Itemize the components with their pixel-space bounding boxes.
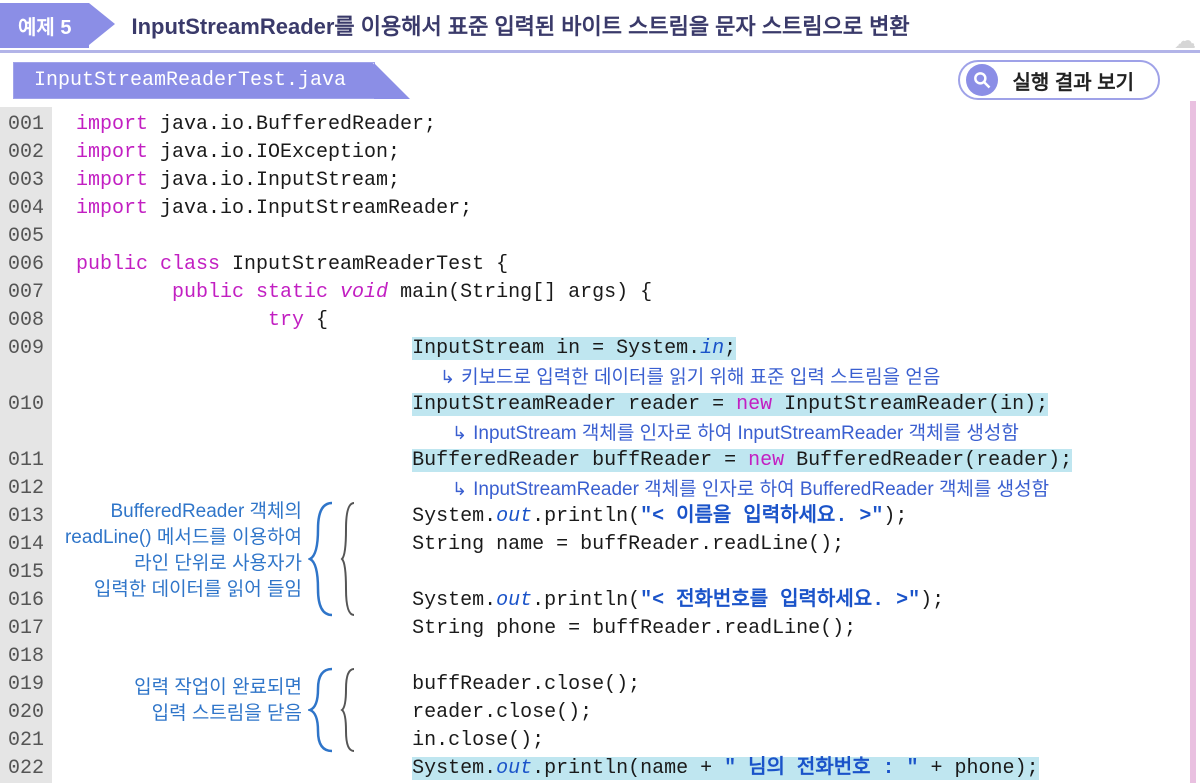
line-number: 017 [0,615,52,643]
line-number: 005 [0,223,52,251]
line-number: 006 [0,251,52,279]
line-gutter: 001 002 003 004 005 006 007 008 009 010 … [0,107,52,783]
code-line: public class InputStreamReaderTest { [76,251,1200,279]
line-number: 008 [0,307,52,335]
file-tab: InputStreamReaderTest.java [14,63,374,98]
line-number: 019 [0,671,52,699]
code-line: InputStreamReader reader = new InputStre… [76,391,1200,419]
code-line: System.out.println(name + " 님의 전화번호 : " … [76,755,1200,783]
arrow-icon: ↳ [452,479,467,499]
code-body: import java.io.BufferedReader; import ja… [52,107,1200,783]
toolbar-row: InputStreamReaderTest.java 실행 결과 보기 [0,53,1200,101]
code-line: BufferedReader buffReader = new Buffered… [76,447,1200,475]
line-number [0,419,52,447]
line-number: 002 [0,139,52,167]
run-result-label: 실행 결과 보기 [1012,66,1134,95]
arrow-icon: ↳ [452,423,467,443]
line-number: 009 [0,335,52,363]
code-line: try { [76,307,1200,335]
code-line: import java.io.IOException; [76,139,1200,167]
brace-icon [340,499,358,619]
code-line: InputStream in = System.in; [76,335,1200,363]
cloud-icon: ☁ [1174,28,1196,54]
code-line: in.close(); [76,727,1200,755]
left-annotation: 입력 작업이 완료되면 입력 스트림을 닫음 [80,675,302,727]
annotation: ↳InputStream 객체를 인자로 하여 InputStreamReade… [452,419,1019,447]
page-title: InputStreamReader를 이용해서 표준 입력된 바이트 스트림을 … [89,9,1200,41]
line-number: 007 [0,279,52,307]
code-line: import java.io.InputStreamReader; [76,195,1200,223]
right-margin-strip [1190,101,1196,783]
annotation: ↳InputStreamReader 객체를 인자로 하여 BufferedRe… [452,475,1049,503]
line-number: 004 [0,195,52,223]
line-number: 011 [0,447,52,475]
header-row: 예제 5 InputStreamReader를 이용해서 표준 입력된 바이트 … [0,0,1200,50]
run-result-button[interactable]: 실행 결과 보기 [958,60,1160,100]
left-annotation: BufferedReader 객체의 readLine() 메서드를 이용하여 … [0,499,302,603]
line-number: 021 [0,727,52,755]
line-number: 022 [0,755,52,783]
code-line: String phone = buffReader.readLine(); [76,615,1200,643]
annotation: ↳키보드로 입력한 데이터를 읽기 위해 표준 입력 스트림을 얻음 [440,363,940,391]
code-line: import java.io.InputStream; [76,167,1200,195]
arrow-icon: ↳ [440,367,455,387]
brace-icon [308,665,338,755]
line-number: 020 [0,699,52,727]
line-number: 001 [0,111,52,139]
brace-icon [340,665,358,755]
code-line [76,223,1200,251]
line-number: 018 [0,643,52,671]
code-line: public static void main(String[] args) { [76,279,1200,307]
brace-icon [308,499,338,619]
search-icon [966,64,998,96]
line-number: 010 [0,391,52,419]
example-badge: 예제 5 [0,3,89,48]
code-line [76,643,1200,671]
line-number [0,363,52,391]
code-line: import java.io.BufferedReader; [76,111,1200,139]
line-number: 003 [0,167,52,195]
code-area: 001 002 003 004 005 006 007 008 009 010 … [0,101,1200,783]
